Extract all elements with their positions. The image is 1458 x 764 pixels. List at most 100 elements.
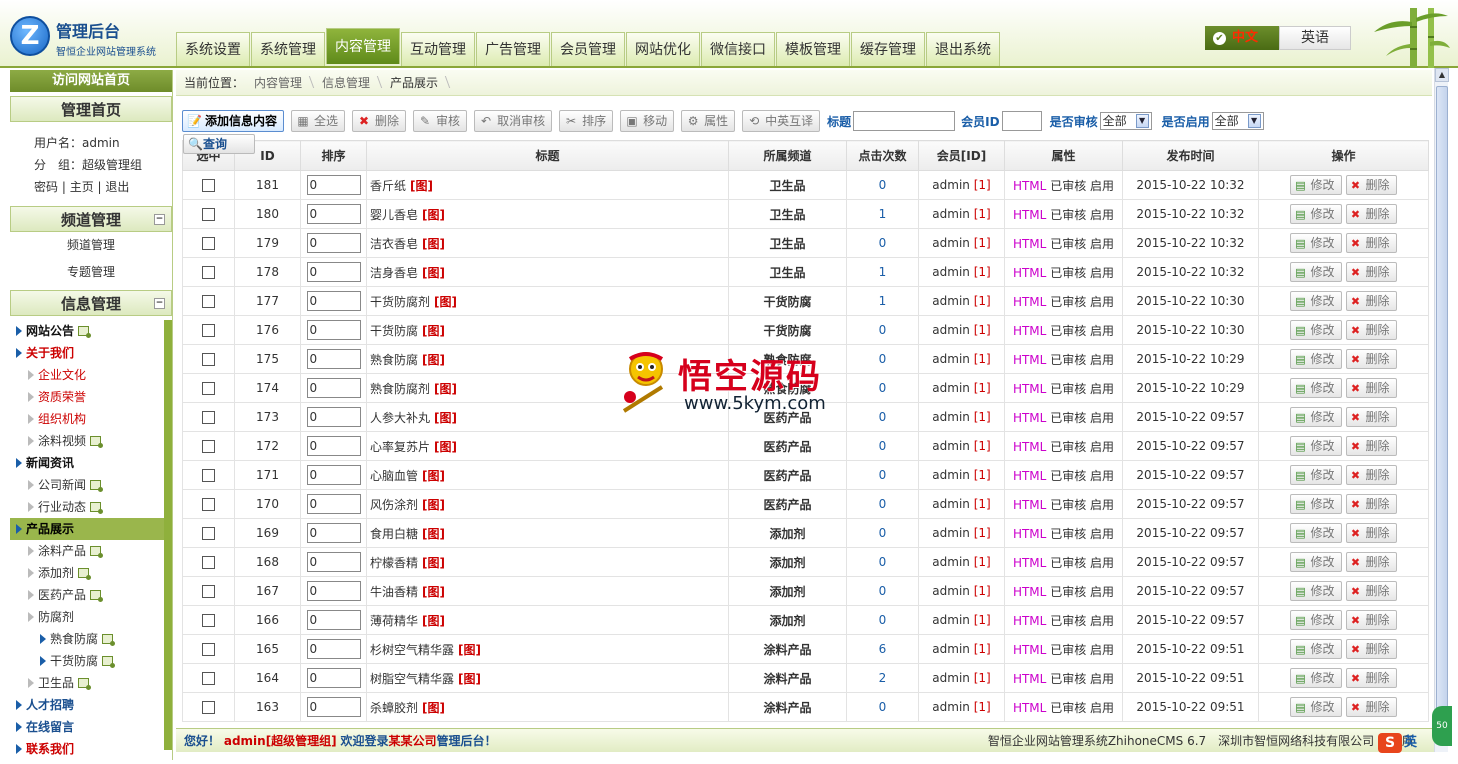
item-title-link[interactable]: 香斤纸 [370, 179, 406, 193]
order-input[interactable]: 0 [306, 291, 361, 311]
search-button[interactable]: 🔍查询 [183, 134, 255, 154]
enabled-attr[interactable]: 启用 [1090, 440, 1114, 454]
sidebar-scrollbar[interactable] [164, 320, 172, 750]
html-attr-link[interactable]: HTML [1013, 295, 1046, 309]
delete-button[interactable]: ✖ 删除 [1345, 697, 1397, 717]
row-checkbox[interactable] [202, 614, 215, 627]
enabled-attr[interactable]: 启用 [1090, 237, 1114, 251]
row-checkbox[interactable] [202, 179, 215, 192]
audited-attr[interactable]: 已审核 [1050, 498, 1086, 512]
audited-attr[interactable]: 已审核 [1050, 295, 1086, 309]
edit-button[interactable]: ▤ 修改 [1290, 204, 1342, 224]
lang-english-button[interactable]: 英语 [1279, 26, 1351, 50]
item-title-link[interactable]: 熟食防腐剂 [370, 382, 430, 396]
nav-tab[interactable]: 网站优化 [626, 32, 700, 66]
nav-tab[interactable]: 广告管理 [476, 32, 550, 66]
edit-button[interactable]: ▤ 修改 [1290, 320, 1342, 340]
enabled-attr[interactable]: 启用 [1090, 324, 1114, 338]
scroll-thumb[interactable] [1436, 86, 1448, 722]
add-item-icon[interactable] [78, 326, 92, 338]
order-input[interactable]: 0 [306, 175, 361, 195]
tree-item[interactable]: 在线留言 [16, 716, 172, 738]
input-method-icon[interactable]: S [1378, 733, 1402, 753]
toolbar-button[interactable]: ✖ 删除 [352, 110, 407, 132]
tree-item[interactable]: 网站公告 [16, 320, 172, 342]
add-item-icon[interactable] [90, 546, 104, 558]
toolbar-button[interactable]: ⟲ 中英互译 [742, 110, 821, 132]
enabled-attr[interactable]: 启用 [1090, 672, 1114, 686]
nav-tab[interactable]: 系统管理 [251, 32, 325, 66]
collapse-icon[interactable]: − [154, 214, 165, 225]
delete-button[interactable]: ✖ 删除 [1345, 378, 1397, 398]
order-input[interactable]: 0 [306, 697, 361, 717]
edit-button[interactable]: ▤ 修改 [1290, 668, 1342, 688]
item-title-link[interactable]: 杀蟑胶剂 [370, 701, 418, 715]
delete-button[interactable]: ✖ 删除 [1345, 610, 1397, 630]
delete-button[interactable]: ✖ 删除 [1345, 465, 1397, 485]
add-item-icon[interactable] [78, 568, 92, 580]
edit-button[interactable]: ▤ 修改 [1290, 610, 1342, 630]
edit-button[interactable]: ▤ 修改 [1290, 233, 1342, 253]
tree-item[interactable]: 企业文化 [16, 364, 172, 386]
visit-site-button[interactable]: 访问网站首页 [10, 70, 172, 92]
html-attr-link[interactable]: HTML [1013, 324, 1046, 338]
delete-button[interactable]: ✖ 删除 [1345, 668, 1397, 688]
edit-button[interactable]: ▤ 修改 [1290, 407, 1342, 427]
enabled-attr[interactable]: 启用 [1090, 498, 1114, 512]
audited-attr[interactable]: 已审核 [1050, 208, 1086, 222]
nav-tab[interactable]: 退出系统 [926, 32, 1000, 66]
audited-attr[interactable]: 已审核 [1050, 411, 1086, 425]
row-checkbox[interactable] [202, 411, 215, 424]
edit-button[interactable]: ▤ 修改 [1290, 523, 1342, 543]
side-widget[interactable]: 50 [1432, 706, 1452, 746]
html-attr-link[interactable]: HTML [1013, 701, 1046, 715]
row-checkbox[interactable] [202, 527, 215, 540]
tree-item[interactable]: 新闻资讯 [16, 452, 172, 474]
password-link[interactable]: 密码 [34, 180, 58, 194]
member-id-input[interactable] [1001, 111, 1042, 131]
row-checkbox[interactable] [202, 208, 215, 221]
item-title-link[interactable]: 人参大补丸 [370, 411, 430, 425]
order-input[interactable]: 0 [306, 204, 361, 224]
item-title-link[interactable]: 薄荷精华 [370, 614, 418, 628]
order-input[interactable]: 0 [306, 233, 361, 253]
enabled-attr[interactable]: 启用 [1090, 411, 1114, 425]
edit-button[interactable]: ▤ 修改 [1290, 436, 1342, 456]
enabled-attr[interactable]: 启用 [1090, 353, 1114, 367]
enabled-attr[interactable]: 启用 [1090, 527, 1114, 541]
audited-attr[interactable]: 已审核 [1050, 556, 1086, 570]
html-attr-link[interactable]: HTML [1013, 411, 1046, 425]
item-title-link[interactable]: 婴儿香皂 [370, 208, 418, 222]
audited-attr[interactable]: 已审核 [1050, 469, 1086, 483]
audited-attr[interactable]: 已审核 [1050, 266, 1086, 280]
delete-button[interactable]: ✖ 删除 [1345, 233, 1397, 253]
audited-attr[interactable]: 已审核 [1050, 585, 1086, 599]
order-input[interactable]: 0 [306, 349, 361, 369]
delete-button[interactable]: ✖ 删除 [1345, 639, 1397, 659]
item-title-link[interactable]: 心脑血管 [370, 469, 418, 483]
html-attr-link[interactable]: HTML [1013, 382, 1046, 396]
toolbar-button[interactable]: ↶ 取消审核 [474, 110, 553, 132]
nav-tab[interactable]: 内容管理 [326, 28, 400, 64]
audited-attr[interactable]: 已审核 [1050, 382, 1086, 396]
audited-attr[interactable]: 已审核 [1050, 672, 1086, 686]
topic-manage-link[interactable]: 专题管理 [10, 259, 172, 286]
html-attr-link[interactable]: HTML [1013, 556, 1046, 570]
edit-button[interactable]: ▤ 修改 [1290, 262, 1342, 282]
edit-button[interactable]: ▤ 修改 [1290, 697, 1342, 717]
row-checkbox[interactable] [202, 295, 215, 308]
html-attr-link[interactable]: HTML [1013, 353, 1046, 367]
toolbar-button[interactable]: 📝 添加信息内容 [182, 110, 285, 132]
tree-item[interactable]: 组织机构 [16, 408, 172, 430]
row-checkbox[interactable] [202, 556, 215, 569]
item-title-link[interactable]: 食用白糖 [370, 527, 418, 541]
tree-item[interactable]: 关于我们 [16, 342, 172, 364]
tree-item[interactable]: 防腐剂 [16, 606, 172, 628]
add-item-icon[interactable] [102, 656, 116, 668]
panel-info-header[interactable]: 信息管理 − [10, 290, 172, 316]
enabled-attr[interactable]: 启用 [1090, 469, 1114, 483]
item-title-link[interactable]: 树脂空气精华露 [370, 672, 454, 686]
nav-tab[interactable]: 互动管理 [401, 32, 475, 66]
title-search-input[interactable] [853, 111, 956, 131]
order-input[interactable]: 0 [306, 639, 361, 659]
